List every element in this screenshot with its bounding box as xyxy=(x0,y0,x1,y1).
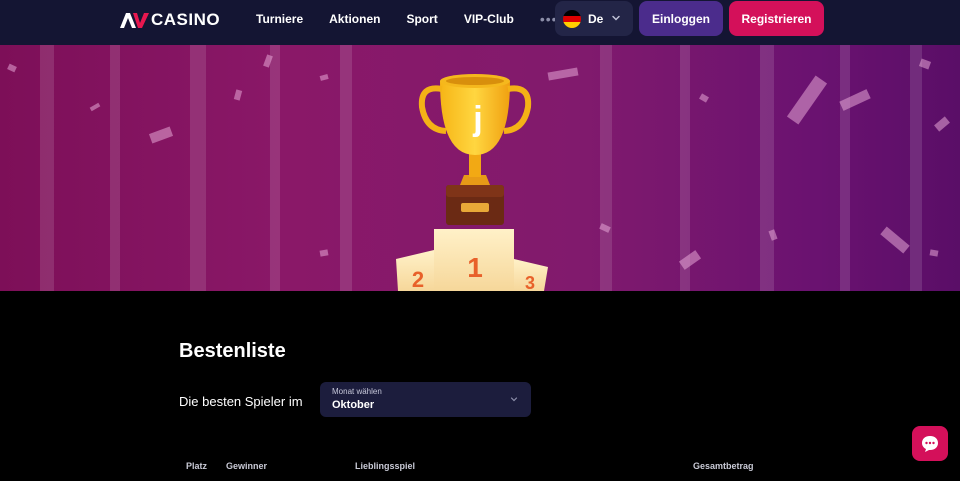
register-button[interactable]: Registrieren xyxy=(729,1,824,36)
nav-turniere[interactable]: Turniere xyxy=(256,12,303,26)
nav-vip-club[interactable]: VIP-Club xyxy=(464,12,514,26)
chat-icon xyxy=(922,435,938,452)
svg-text:2: 2 xyxy=(412,267,424,291)
month-select[interactable]: Monat wählen Oktober xyxy=(320,382,531,417)
month-select-value: Oktober xyxy=(332,399,375,411)
column-header-gesamtbetrag: Gesamtbetrag xyxy=(693,461,754,471)
column-header-gewinner: Gewinner xyxy=(226,461,268,471)
month-select-caption: Monat wählen xyxy=(332,387,382,396)
chevron-down-icon xyxy=(510,397,518,402)
leaderboard-subtitle: Die besten Spieler im xyxy=(179,394,303,409)
column-header-platz: Platz xyxy=(186,461,208,471)
podium: 2 1 3 xyxy=(396,229,548,291)
column-header-lieblingsspiel: Lieblingsspiel xyxy=(355,461,416,471)
page-title: Bestenliste xyxy=(179,340,286,362)
svg-text:3: 3 xyxy=(525,273,535,291)
chevron-down-icon xyxy=(612,15,620,21)
trophy-icon: j xyxy=(418,74,532,225)
logo-mark-icon xyxy=(120,12,149,28)
leaderboard-table-header: Platz Gewinner Lieblingsspiel Gesamtbetr… xyxy=(0,461,960,473)
logo[interactable]: CASINO xyxy=(120,10,220,30)
language-selector[interactable]: De xyxy=(555,1,633,36)
nav-sport[interactable]: Sport xyxy=(406,12,437,26)
nav-aktionen[interactable]: Aktionen xyxy=(329,12,380,26)
main-nav: Turniere Aktionen Sport VIP-Club ••• xyxy=(256,0,558,38)
svg-text:1: 1 xyxy=(467,252,483,283)
trophy-illustration: 2 1 3 j xyxy=(7,45,950,291)
language-label: De xyxy=(588,11,604,26)
hero-banner: 2 1 3 j xyxy=(0,45,960,291)
svg-text:j: j xyxy=(472,100,482,138)
chat-button[interactable] xyxy=(912,426,948,461)
logo-text: CASINO xyxy=(151,10,221,29)
germany-flag-icon xyxy=(563,9,581,28)
top-header: CASINO Turniere Aktionen Sport VIP-Club … xyxy=(0,0,960,45)
login-button[interactable]: Einloggen xyxy=(639,1,723,36)
